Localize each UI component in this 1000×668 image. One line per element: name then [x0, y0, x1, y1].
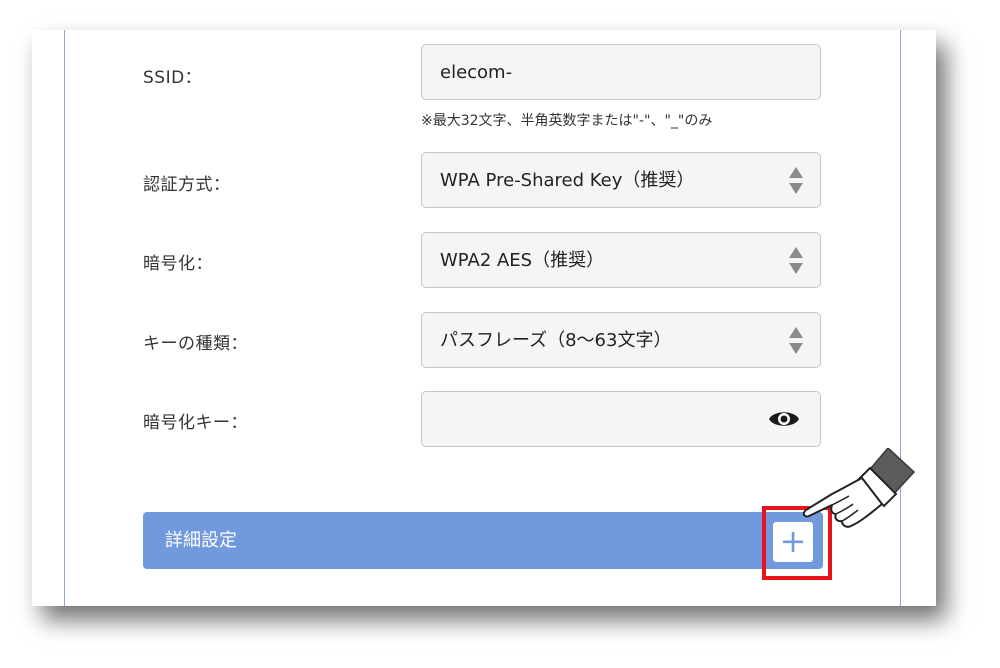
auth-method-label: 認証方式：: [143, 175, 231, 195]
auth-method-value: WPA Pre-Shared Key（推奨）: [440, 170, 695, 191]
key-type-select[interactable]: パスフレーズ（8〜63文字）: [421, 312, 821, 368]
auth-method-select[interactable]: WPA Pre-Shared Key（推奨）: [421, 152, 821, 208]
ssid-value: elecom-: [440, 62, 513, 83]
pointing-hand-icon: [802, 448, 916, 528]
ssid-label: SSID：: [143, 68, 203, 88]
encryption-key-input[interactable]: [421, 391, 821, 447]
encryption-select[interactable]: WPA2 AES（推奨）: [421, 232, 821, 288]
key-type-label: キーの種類：: [143, 334, 248, 354]
select-arrows-icon: [789, 327, 803, 355]
encryption-value: WPA2 AES（推奨）: [440, 250, 605, 271]
ssid-input[interactable]: elecom-: [421, 44, 821, 100]
select-arrows-icon: [789, 167, 803, 195]
advanced-settings-bar[interactable]: 詳細設定: [143, 512, 823, 569]
select-arrows-icon: [789, 247, 803, 275]
eye-icon[interactable]: [768, 407, 800, 431]
encryption-label: 暗号化：: [143, 254, 213, 274]
ssid-note: ※最大32文字、半角英数字または"-"、"_"のみ: [421, 113, 713, 129]
key-type-value: パスフレーズ（8〜63文字）: [440, 330, 672, 351]
encryption-key-label: 暗号化キー：: [143, 413, 248, 433]
panel-border-left: [64, 30, 65, 606]
advanced-settings-title: 詳細設定: [165, 530, 237, 551]
